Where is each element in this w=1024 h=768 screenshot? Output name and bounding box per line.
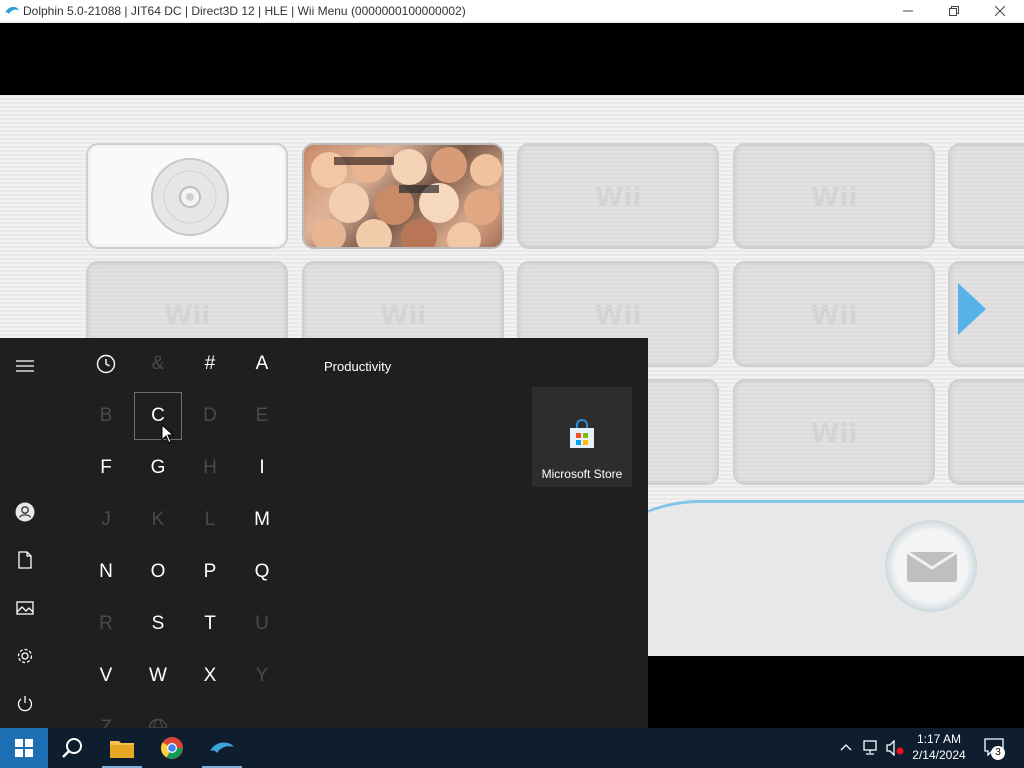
dolphin-app-icon [5, 6, 19, 14]
mouse-cursor [161, 424, 175, 444]
letter-hash[interactable]: # [187, 341, 233, 387]
notification-count-badge: 3 [991, 746, 1005, 760]
letter-m[interactable]: M [239, 497, 285, 543]
wii-channel-label: Wii [594, 183, 642, 213]
clock[interactable]: 1:17 AM 2/14/2024 [908, 732, 970, 762]
action-center-button[interactable]: 3 [981, 738, 1007, 760]
wii-channel-label: Wii [950, 183, 1024, 213]
mii-channel[interactable] [302, 143, 504, 249]
power-icon [17, 696, 33, 712]
letter-g[interactable]: G [135, 445, 181, 491]
window-title: Dolphin 5.0-21088 | JIT64 DC | Direct3D … [23, 4, 466, 18]
microsoft-store-icon [570, 419, 594, 448]
letter-u: U [255, 613, 269, 634]
dolphin-taskbar-button[interactable] [198, 728, 246, 768]
letter-e: E [255, 405, 269, 426]
arrow-right-icon[interactable] [958, 283, 986, 335]
network-button[interactable] [861, 740, 881, 759]
settings-button[interactable] [12, 643, 38, 669]
letter-r: R [99, 613, 113, 634]
letter-s[interactable]: S [135, 601, 181, 647]
wii-channel-label: Wii [379, 301, 427, 331]
wii-channel-label: Wii [810, 183, 858, 213]
empty-channel[interactable] [948, 379, 1024, 485]
chrome-icon [161, 737, 183, 759]
dolphin-icon [210, 742, 234, 753]
disc-channel[interactable] [86, 143, 288, 249]
restore-button[interactable] [931, 0, 977, 22]
letter-a[interactable]: A [239, 341, 285, 387]
start-rail [0, 338, 50, 728]
letter-ampersand: & [151, 353, 165, 374]
file-explorer-icon [110, 741, 134, 758]
letter-x[interactable]: X [187, 653, 233, 699]
close-button[interactable] [977, 0, 1023, 22]
letter-o[interactable]: O [135, 549, 181, 595]
letter-w[interactable]: W [135, 653, 181, 699]
windows-start-icon [15, 739, 33, 757]
letter-j: J [101, 509, 111, 530]
empty-channel[interactable]: Wii [733, 379, 935, 485]
network-icon [863, 740, 877, 755]
minimize-button[interactable] [885, 0, 931, 22]
wii-channel-label: Wii [810, 301, 858, 331]
wii-channel-label: Wii [810, 419, 858, 449]
window-titlebar: Dolphin 5.0-21088 | JIT64 DC | Direct3D … [0, 0, 1024, 23]
minimize-icon [903, 10, 913, 12]
productivity-section-title: Productivity [324, 359, 392, 374]
volume-button[interactable] [885, 739, 905, 759]
clock-date: 2/14/2024 [912, 748, 966, 762]
letter-l: L [204, 509, 216, 530]
wii-channel-label: Wii [163, 301, 211, 331]
mii-faces-icon [311, 147, 502, 247]
pictures-icon [16, 601, 34, 615]
empty-channel[interactable]: Wii [948, 143, 1024, 249]
empty-channel[interactable]: Wii [517, 143, 719, 249]
disc-icon [151, 158, 229, 236]
search-button[interactable] [48, 728, 96, 768]
recent-button[interactable] [83, 341, 129, 387]
letter-t[interactable]: T [187, 601, 233, 647]
letter-k: K [151, 509, 165, 530]
power-button[interactable] [12, 691, 38, 717]
letter-f[interactable]: F [83, 445, 129, 491]
menu-button[interactable] [12, 353, 38, 379]
documents-button[interactable] [12, 547, 38, 573]
envelope-icon [906, 550, 958, 582]
chevron-up-icon [840, 744, 852, 751]
clock-icon [96, 354, 116, 374]
clock-time: 1:17 AM [916, 732, 962, 746]
settings-icon [17, 648, 33, 664]
menu-icon [16, 360, 34, 372]
user-icon [15, 502, 35, 522]
microsoft-store-label: Microsoft Store [541, 467, 623, 481]
search-icon [62, 738, 82, 758]
letter-p[interactable]: P [187, 549, 233, 595]
restore-icon [949, 6, 959, 16]
user-account-button[interactable] [12, 499, 38, 525]
letter-n[interactable]: N [83, 549, 129, 595]
pictures-button[interactable] [12, 595, 38, 621]
file-explorer-button[interactable] [98, 728, 146, 768]
letter-d: D [203, 405, 217, 426]
letter-b: B [99, 405, 113, 426]
letter-v[interactable]: V [83, 653, 129, 699]
empty-channel[interactable]: Wii [733, 261, 935, 367]
letter-h: H [203, 457, 217, 478]
letter-y: Y [255, 665, 269, 686]
letter-q[interactable]: Q [239, 549, 285, 595]
wii-channel-label: Wii [594, 301, 642, 331]
empty-channel[interactable]: Wii [733, 143, 935, 249]
wii-message-board-button[interactable] [885, 520, 977, 612]
close-icon [995, 6, 1005, 16]
microsoft-store-tile[interactable]: Microsoft Store [532, 387, 632, 487]
volume-muted-icon [886, 739, 904, 757]
start-menu: &#ABCDEFGHIJKLMNOPQRSTUVWXYZ Productivit… [0, 338, 648, 738]
start-button[interactable] [0, 728, 48, 768]
show-hidden-icons-button[interactable] [838, 740, 854, 754]
chrome-button[interactable] [148, 728, 196, 768]
letter-i[interactable]: I [239, 445, 285, 491]
taskbar: 1:17 AM 2/14/2024 3 [0, 728, 1024, 768]
documents-icon [18, 551, 32, 569]
